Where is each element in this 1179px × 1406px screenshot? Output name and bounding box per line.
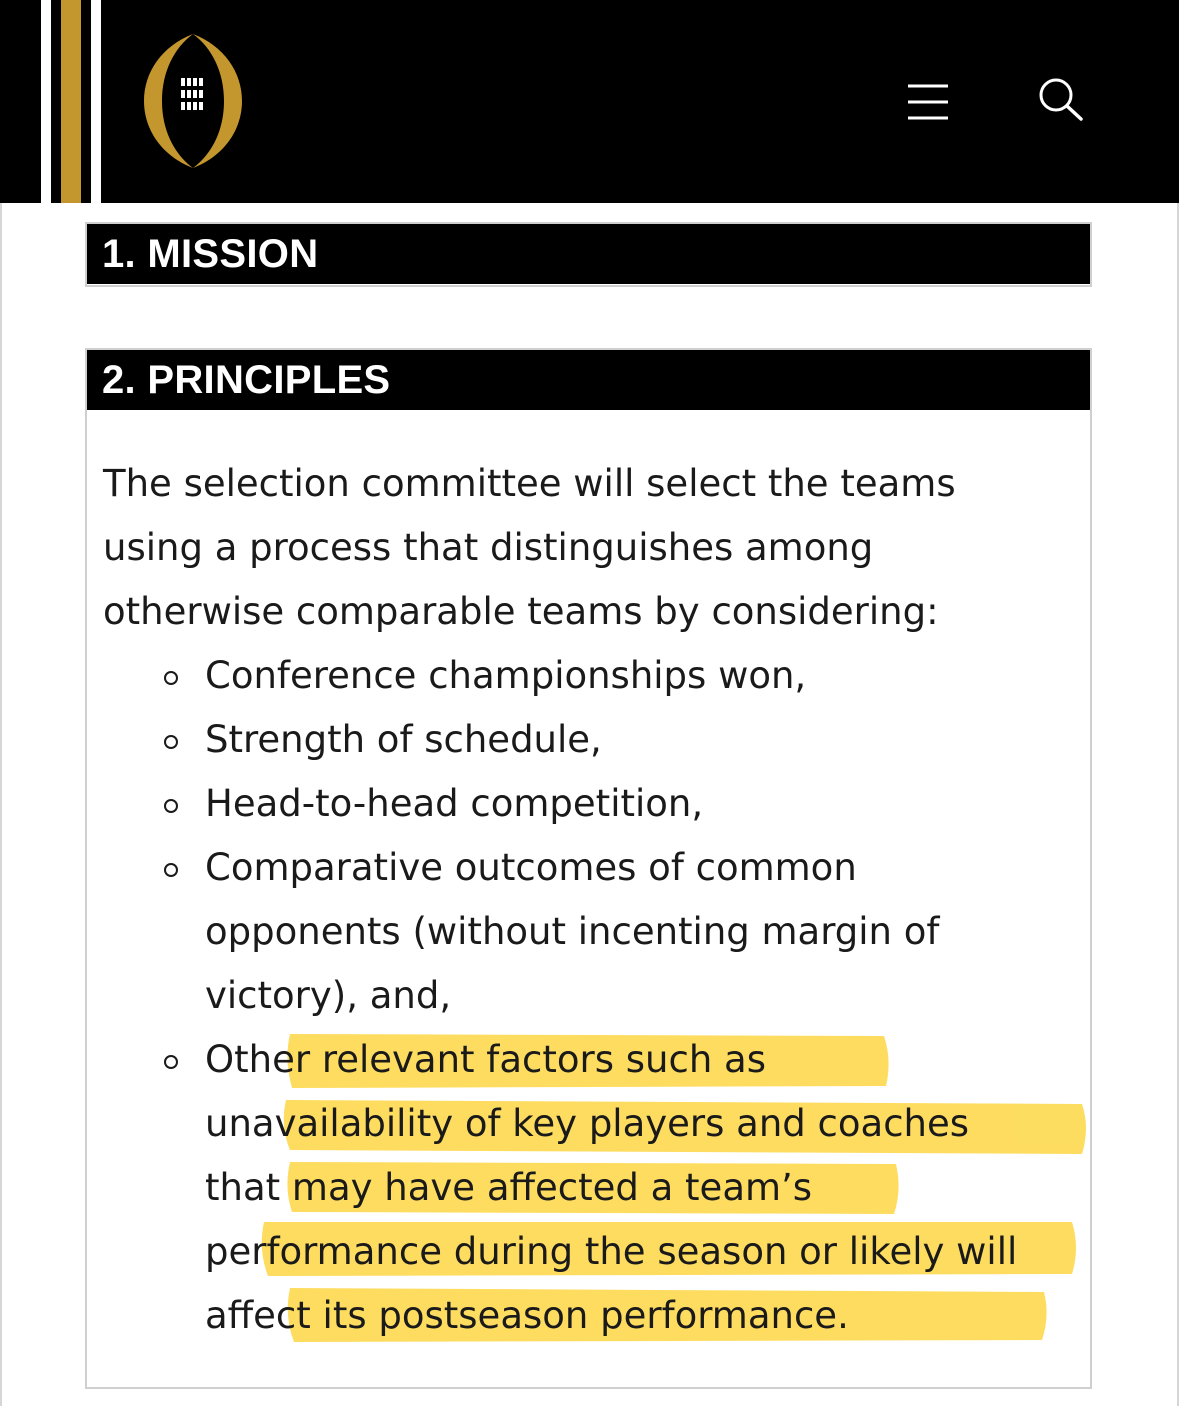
- section-mission-header[interactable]: 1. MISSION: [87, 224, 1090, 284]
- criterion-text: Conference championships won,: [205, 654, 807, 697]
- section-principles-header[interactable]: 2. PRINCIPLES: [87, 350, 1090, 410]
- list-item: Strength of schedule,: [160, 708, 1020, 772]
- list-item: Comparative outcomes of common opponents…: [160, 836, 1020, 1028]
- bullet-icon: [164, 1055, 178, 1069]
- criteria-list: Conference championships won, Strength o…: [160, 644, 1020, 1348]
- criterion-text: Strength of schedule,: [205, 718, 602, 761]
- list-item: Head-to-head competition,: [160, 772, 1020, 836]
- header-stripe-white-right: [91, 0, 101, 203]
- bullet-icon: [164, 671, 178, 685]
- header-stripe-white-left: [41, 0, 51, 203]
- list-item: Conference championships won,: [160, 644, 1020, 708]
- site-header: [0, 0, 1179, 203]
- bullet-icon: [164, 863, 178, 877]
- content-frame-left: [0, 203, 2, 1406]
- cfp-football-logo-icon[interactable]: [140, 32, 246, 170]
- criterion-text: Comparative outcomes of common opponents…: [205, 846, 940, 1017]
- list-item-highlighted: Other relevant factors such as unavailab…: [160, 1028, 1020, 1348]
- bullet-icon: [164, 799, 178, 813]
- criterion-text-highlighted: Other relevant factors such as unavailab…: [205, 1038, 1018, 1337]
- hamburger-menu-icon[interactable]: [905, 82, 951, 122]
- bullet-icon: [164, 735, 178, 749]
- header-stripe-gold: [61, 0, 81, 203]
- page: 1. MISSION 2. PRINCIPLES The selection c…: [0, 0, 1179, 1406]
- search-icon[interactable]: [1036, 76, 1086, 122]
- criterion-text: Head-to-head competition,: [205, 782, 704, 825]
- principles-intro: The selection committee will select the …: [103, 462, 956, 633]
- section-mission: 1. MISSION: [85, 222, 1092, 287]
